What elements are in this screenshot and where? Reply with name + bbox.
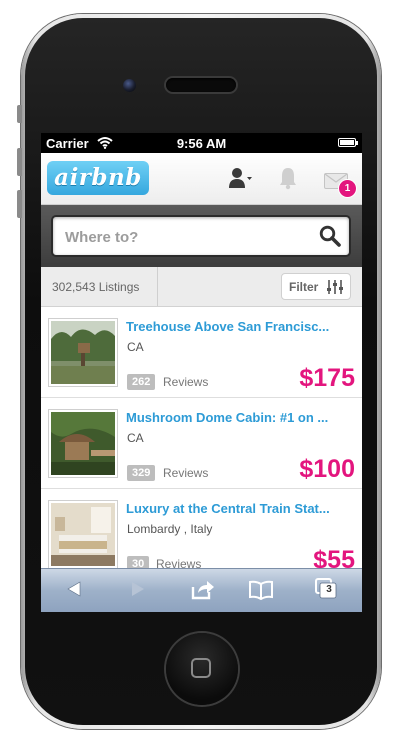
user-icon[interactable] — [228, 166, 252, 190]
mute-switch — [17, 105, 22, 123]
listing-thumbnail[interactable] — [48, 500, 118, 569]
bedroom-photo — [51, 503, 115, 566]
share-icon[interactable] — [191, 580, 215, 600]
divider — [157, 267, 158, 306]
listing-thumbnail[interactable] — [48, 409, 118, 478]
app-screen: Carrier 9:56 AM airbnb 1 Where to? 302,5… — [41, 133, 362, 612]
listing-location: CA — [127, 431, 144, 445]
listing-item[interactable]: Treehouse Above San Francisc... CA 262 R… — [41, 307, 362, 398]
messages-badge: 1 — [339, 180, 356, 197]
filter-button[interactable]: Filter — [281, 273, 351, 300]
listing-price: $175 — [299, 364, 355, 392]
front-camera — [123, 79, 136, 92]
mushroom-cabin-photo — [51, 412, 115, 475]
back-arrow-icon[interactable] — [65, 580, 83, 598]
reviews-label: Reviews — [163, 466, 209, 480]
airbnb-logo[interactable]: airbnb — [47, 161, 149, 195]
forward-arrow-icon[interactable] — [129, 580, 147, 598]
listing-item[interactable]: Luxury at the Central Train Stat... Lomb… — [41, 489, 362, 580]
battery-icon — [338, 138, 358, 147]
bell-icon[interactable] — [279, 166, 297, 190]
listing-title[interactable]: Luxury at the Central Train Stat... — [126, 501, 356, 516]
listing-title[interactable]: Mushroom Dome Cabin: #1 on ... — [126, 410, 356, 425]
search-icon[interactable] — [319, 225, 341, 247]
search-input[interactable] — [63, 225, 307, 249]
listing-location: Lombardy , Italy — [127, 522, 213, 536]
volume-up-button — [17, 148, 22, 176]
review-count: 329 — [127, 465, 156, 481]
listing-location: CA — [127, 340, 144, 354]
bookmarks-icon[interactable] — [248, 580, 274, 600]
reviews-label: Reviews — [163, 375, 209, 389]
listing-bar: 302,543 Listings Filter — [41, 267, 362, 307]
search-box — [51, 215, 351, 257]
review-count: 262 — [127, 374, 156, 390]
listing-price: $100 — [299, 455, 355, 483]
status-bar: Carrier 9:56 AM — [41, 133, 362, 153]
tabs-count: 3 — [326, 584, 332, 595]
listing-item[interactable]: Mushroom Dome Cabin: #1 on ... CA 329 Re… — [41, 398, 362, 489]
home-button[interactable] — [166, 633, 238, 705]
search-bar — [41, 205, 362, 267]
tabs-button[interactable]: 3 — [314, 578, 338, 600]
safari-toolbar: 3 — [41, 568, 362, 612]
sliders-icon — [327, 280, 343, 294]
earpiece-speaker — [166, 78, 236, 92]
filter-label: Filter — [289, 280, 319, 294]
volume-down-button — [17, 190, 22, 218]
listing-thumbnail[interactable] — [48, 318, 118, 387]
app-header: airbnb 1 — [41, 153, 362, 205]
listing-title[interactable]: Treehouse Above San Francisc... — [126, 319, 356, 334]
treehouse-photo — [51, 321, 115, 384]
logo-text: airbnb — [54, 164, 142, 191]
listing-count: 302,543 Listings — [52, 280, 140, 294]
clock-label: 9:56 AM — [176, 136, 227, 151]
